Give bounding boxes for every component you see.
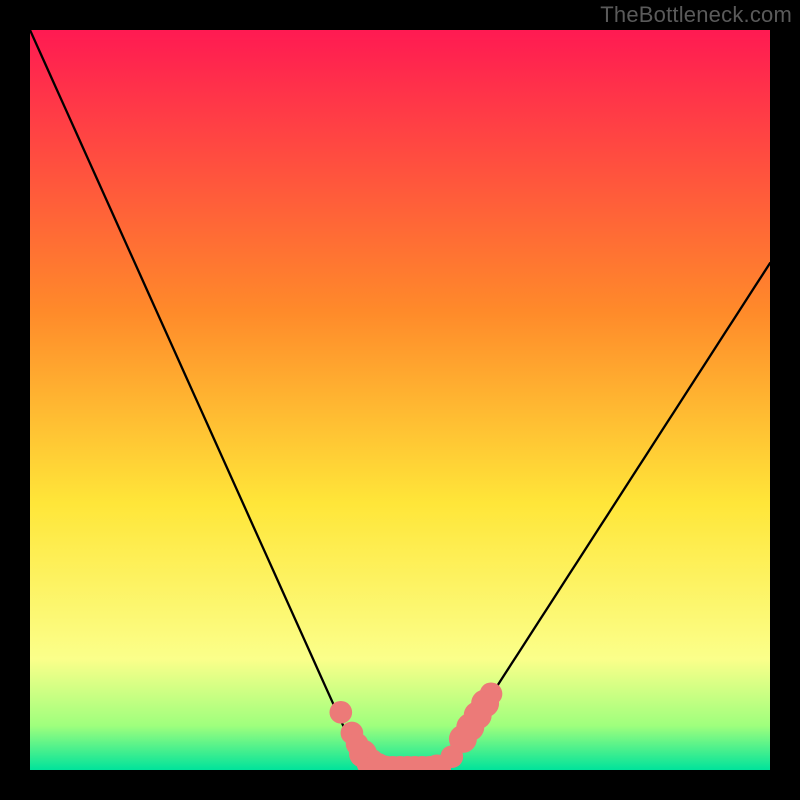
watermark-label: TheBottleneck.com — [600, 2, 792, 28]
plot-area — [30, 30, 770, 770]
curve-marker — [480, 682, 503, 705]
bottleneck-curve-chart — [30, 30, 770, 770]
chart-frame: TheBottleneck.com — [0, 0, 800, 800]
curve-marker — [329, 701, 352, 724]
gradient-background — [30, 30, 770, 770]
